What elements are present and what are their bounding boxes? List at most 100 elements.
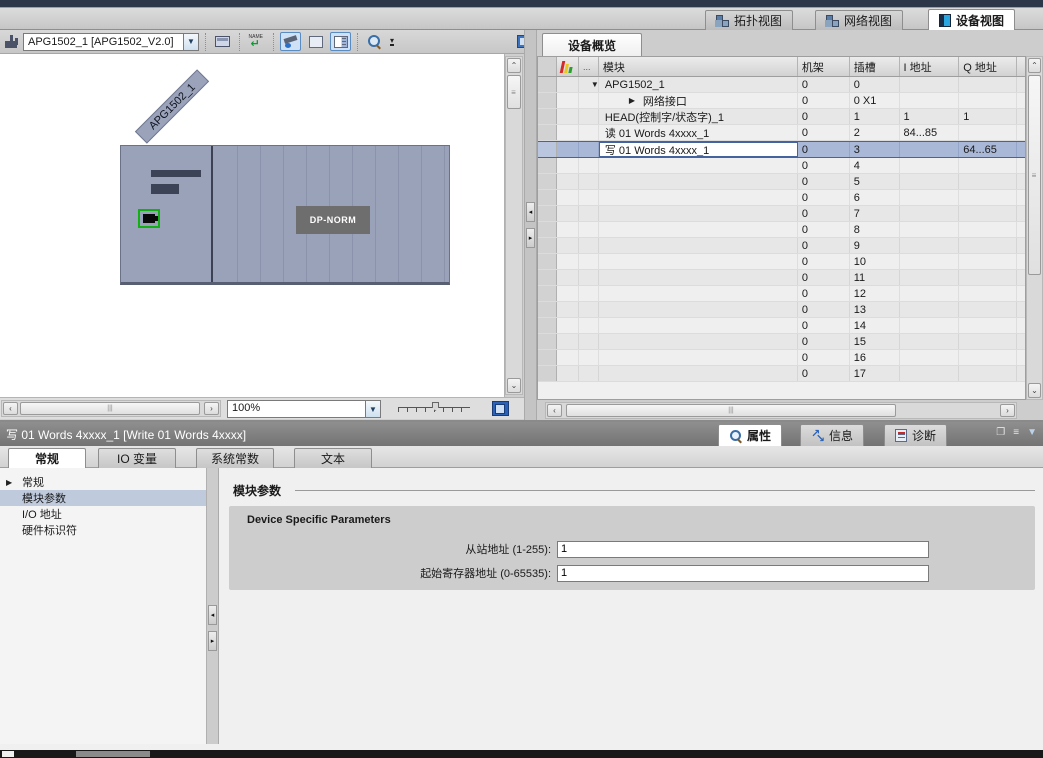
table-row[interactable]: 0 4 <box>538 158 1025 174</box>
module-column-header[interactable]: 模块 <box>599 57 798 76</box>
row-header-cell[interactable] <box>538 77 557 92</box>
tab-topology-view[interactable]: 拓扑视图 <box>705 10 793 30</box>
table-row[interactable]: 0 11 <box>538 270 1025 286</box>
collapse-left-icon[interactable]: ◂ <box>526 202 535 222</box>
row-header-cell[interactable] <box>538 366 557 381</box>
q-address-cell[interactable] <box>959 93 1017 108</box>
tree-content-splitter[interactable]: ◂ ▸ <box>207 468 219 744</box>
slot-cell[interactable]: 12 <box>850 286 900 301</box>
i-address-cell[interactable] <box>900 142 960 157</box>
rack-cell[interactable]: 0 <box>798 270 850 285</box>
q-address-column-header[interactable]: Q 地址 <box>959 57 1017 76</box>
module-cell[interactable]: HEAD(控制字/状态字)_1 <box>599 109 798 124</box>
table-row[interactable]: 0 10 <box>538 254 1025 270</box>
i-address-cell[interactable] <box>900 334 960 349</box>
edit-mode-button[interactable] <box>280 32 301 51</box>
tab-info[interactable]: 信息 <box>800 424 864 446</box>
panel-view-button[interactable] <box>330 32 351 51</box>
module-cell[interactable] <box>599 334 798 349</box>
q-address-cell[interactable] <box>959 270 1017 285</box>
module-cell[interactable] <box>599 302 798 317</box>
row-header-cell[interactable] <box>538 270 557 285</box>
module-cell[interactable] <box>599 254 798 269</box>
rack-cell[interactable]: 0 <box>798 238 850 253</box>
slot-cell[interactable]: 14 <box>850 318 900 333</box>
slot-cell[interactable]: 13 <box>850 302 900 317</box>
rack-cell[interactable]: 0 <box>798 93 850 108</box>
q-address-cell[interactable] <box>959 238 1017 253</box>
overview-hscroll-thumb[interactable]: ||| <box>566 404 896 417</box>
tree-expander-icon[interactable]: ▶ <box>629 96 639 105</box>
table-row[interactable]: ▼APG1502_1 0 0 <box>538 77 1025 93</box>
module-cell[interactable]: 写 01 Words 4xxxx_1 <box>599 142 798 157</box>
scroll-right-icon[interactable]: › <box>204 402 219 415</box>
row-header-cell[interactable] <box>538 238 557 253</box>
module-cell[interactable]: ▼APG1502_1 <box>599 77 798 92</box>
tree-item[interactable]: ▶ 常规 <box>0 474 206 490</box>
rack-cell[interactable]: 0 <box>798 318 850 333</box>
i-address-cell[interactable] <box>900 158 960 173</box>
row-header-cell[interactable] <box>538 334 557 349</box>
rack-cell[interactable]: 0 <box>798 366 850 381</box>
rename-button[interactable] <box>246 32 267 51</box>
canvas-hscroll-thumb[interactable]: ||| <box>20 402 200 415</box>
slot-column-header[interactable]: 插槽 <box>850 57 900 76</box>
row-header-cell[interactable] <box>538 254 557 269</box>
table-row[interactable]: 0 6 <box>538 190 1025 206</box>
module-cell[interactable] <box>599 350 798 365</box>
i-address-cell[interactable] <box>900 254 960 269</box>
rack-cell[interactable]: 0 <box>798 302 850 317</box>
i-address-cell[interactable] <box>900 302 960 317</box>
row-header-cell[interactable] <box>538 318 557 333</box>
module-cell[interactable] <box>599 222 798 237</box>
row-header-cell[interactable] <box>538 302 557 317</box>
tree-expander-icon[interactable]: ▶ <box>6 478 16 487</box>
zoom-options-dropdown-icon[interactable]: ▾ <box>390 38 394 46</box>
canvas-overview-splitter[interactable]: ◂ ▸ <box>524 30 537 420</box>
q-address-cell[interactable] <box>959 125 1017 140</box>
row-header-cell[interactable] <box>538 286 557 301</box>
collapse-right-icon[interactable]: ▸ <box>208 631 217 651</box>
row-header-cell[interactable] <box>538 158 557 173</box>
row-header-cell[interactable] <box>538 206 557 221</box>
i-address-cell[interactable]: 84...85 <box>900 125 960 140</box>
i-address-cell[interactable] <box>900 238 960 253</box>
collapse-right-icon[interactable]: ▸ <box>526 228 535 248</box>
table-row[interactable]: 0 5 <box>538 174 1025 190</box>
overview-horizontal-scrollbar[interactable]: ‹ ||| › <box>545 402 1017 419</box>
slave-address-input[interactable] <box>557 541 929 558</box>
q-address-cell[interactable]: 1 <box>959 109 1017 124</box>
q-address-cell[interactable] <box>959 222 1017 237</box>
slot-cell[interactable]: 6 <box>850 190 900 205</box>
slot-cell[interactable]: 7 <box>850 206 900 221</box>
q-address-cell[interactable] <box>959 366 1017 381</box>
grid-view-button[interactable] <box>305 32 326 51</box>
i-address-cell[interactable] <box>900 350 960 365</box>
rack-cell[interactable]: 0 <box>798 334 850 349</box>
i-address-cell[interactable] <box>900 318 960 333</box>
q-address-cell[interactable] <box>959 318 1017 333</box>
table-row[interactable]: 读 01 Words 4xxxx_1 0 2 84...85 <box>538 125 1025 141</box>
row-header-cell[interactable] <box>538 222 557 237</box>
module-cell[interactable] <box>599 366 798 381</box>
scroll-up-icon[interactable]: ⌃ <box>1028 58 1041 73</box>
i-address-cell[interactable] <box>900 270 960 285</box>
properties-nav-tab[interactable]: 文本 <box>294 448 372 468</box>
rack-cell[interactable]: 0 <box>798 206 850 221</box>
slot-cell[interactable]: 3 <box>850 142 900 157</box>
tree-expander-icon[interactable]: ▼ <box>591 80 601 89</box>
module-cell[interactable] <box>599 238 798 253</box>
scroll-left-icon[interactable]: ‹ <box>547 404 562 417</box>
q-address-cell[interactable] <box>959 206 1017 221</box>
rack-cell[interactable]: 0 <box>798 109 850 124</box>
zoom-out-button[interactable] <box>364 32 385 51</box>
slot-cell[interactable]: 11 <box>850 270 900 285</box>
row-header-cell[interactable] <box>538 350 557 365</box>
rack-cell[interactable]: 0 <box>798 174 850 189</box>
device-name-label[interactable]: APG1502_1 <box>135 69 209 143</box>
fit-to-view-icon[interactable] <box>492 401 509 416</box>
slot-cell[interactable]: 4 <box>850 158 900 173</box>
slot-cell[interactable]: 1 <box>850 109 900 124</box>
table-row[interactable]: 0 17 <box>538 366 1025 382</box>
slot-cell[interactable]: 9 <box>850 238 900 253</box>
